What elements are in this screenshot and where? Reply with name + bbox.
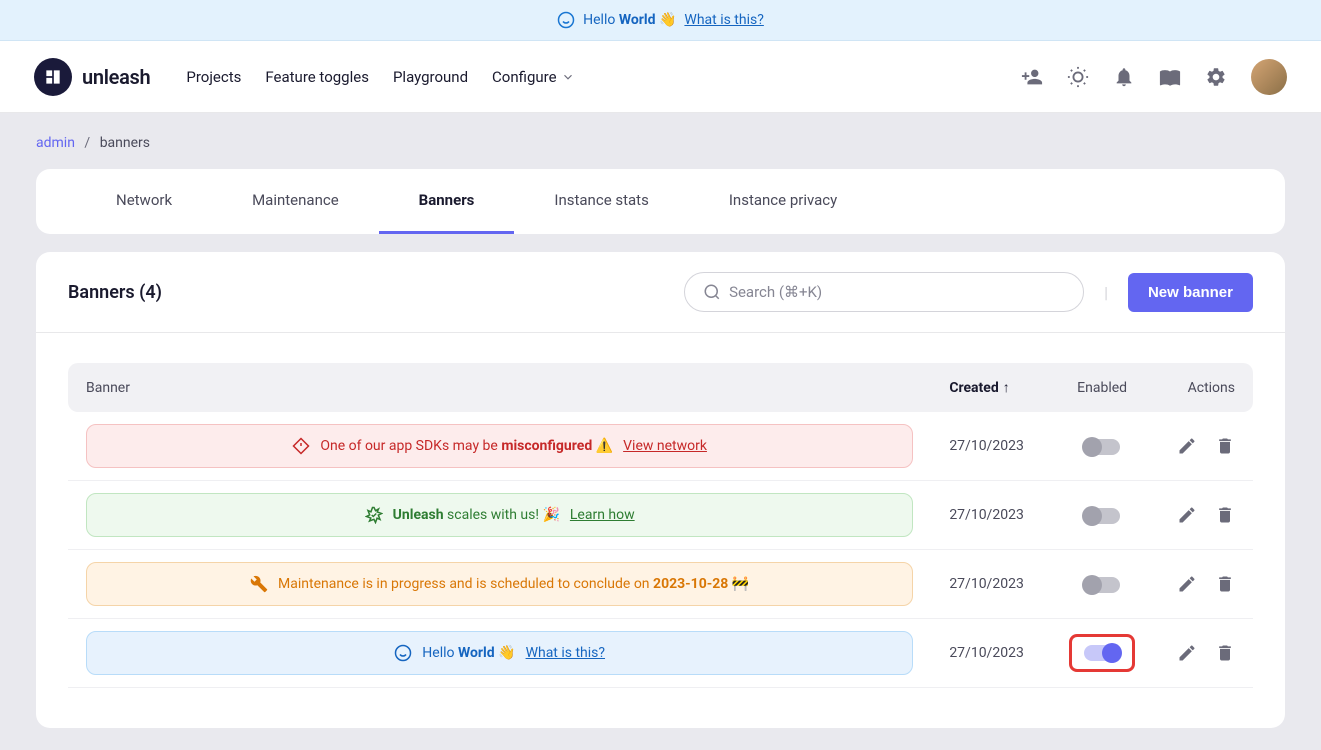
logo-mark [34,58,72,96]
content: admin / banners Network Maintenance Bann… [0,113,1321,750]
highlight-annotation [1069,634,1135,672]
delete-button[interactable] [1215,574,1235,594]
tab-banners[interactable]: Banners [379,169,515,234]
banner-preview-info: Hello World 👋 What is this? [86,631,913,675]
banner-link[interactable]: What is this? [526,645,605,661]
docs-icon[interactable] [1159,66,1181,88]
tab-instance-privacy[interactable]: Instance privacy [689,169,877,234]
logo[interactable]: unleash [34,58,150,96]
chevron-down-icon [561,70,575,84]
col-enabled[interactable]: Enabled [1051,363,1153,412]
banners-table: Banner Created↑ Enabled Actions [68,363,1253,688]
delete-button[interactable] [1215,505,1235,525]
breadcrumb: admin / banners [36,135,1285,151]
table-wrap: Banner Created↑ Enabled Actions [36,333,1285,728]
logo-text: unleash [82,65,150,89]
created-date: 27/10/2023 [931,550,1051,619]
new-banner-button[interactable]: New banner [1128,273,1253,312]
tabs-card: Network Maintenance Banners Instance sta… [36,169,1285,234]
wrench-icon [250,575,268,593]
top-banner-link[interactable]: What is this? [684,12,763,28]
banner-preview-success: Unleash scales with us! 🎉 Learn how [86,493,913,537]
banner-preview-error: One of our app SDKs may be misconfigured… [86,424,913,468]
col-created[interactable]: Created↑ [931,363,1051,412]
panel: Banners (4) Search (⌘+K) | New banner Ba… [36,252,1285,728]
edit-button[interactable] [1177,436,1197,456]
nav-configure[interactable]: Configure [492,68,575,86]
top-banner-text: Hello World 👋 [583,12,676,28]
theme-icon[interactable] [1067,66,1089,88]
search-placeholder: Search (⌘+K) [729,283,822,301]
sort-up-icon: ↑ [1003,380,1010,396]
col-banner[interactable]: Banner [68,363,931,412]
created-date: 27/10/2023 [931,619,1051,688]
table-row: Hello World 👋 What is this? 27/10/2023 [68,619,1253,688]
table-row: Maintenance is in progress and is schedu… [68,550,1253,619]
panel-header: Banners (4) Search (⌘+K) | New banner [36,252,1285,333]
search-icon [703,283,721,301]
breadcrumb-admin[interactable]: admin [36,135,75,151]
edit-button[interactable] [1177,574,1197,594]
header-icons [1021,59,1287,95]
alert-icon [292,437,310,455]
nav-feature-toggles[interactable]: Feature toggles [265,68,369,86]
created-date: 27/10/2023 [931,412,1051,481]
created-date: 27/10/2023 [931,481,1051,550]
tabs: Network Maintenance Banners Instance sta… [36,169,1285,234]
enabled-toggle[interactable] [1084,645,1120,661]
banner-preview-warning: Maintenance is in progress and is schedu… [86,562,913,606]
col-actions: Actions [1153,363,1253,412]
verified-icon [365,506,383,524]
header: unleash Projects Feature toggles Playgro… [0,41,1321,113]
edit-button[interactable] [1177,643,1197,663]
divider: | [1104,283,1108,302]
banner-link[interactable]: Learn how [570,507,635,523]
page-title: Banners (4) [68,282,162,303]
smile-icon [394,644,412,662]
enabled-toggle[interactable] [1084,508,1120,524]
avatar[interactable] [1251,59,1287,95]
enabled-toggle[interactable] [1084,577,1120,593]
delete-button[interactable] [1215,436,1235,456]
delete-button[interactable] [1215,643,1235,663]
table-row: One of our app SDKs may be misconfigured… [68,412,1253,481]
banner-link[interactable]: View network [623,438,707,454]
smile-icon [557,11,575,29]
breadcrumb-current: banners [100,135,150,151]
tab-maintenance[interactable]: Maintenance [212,169,379,234]
tab-instance-stats[interactable]: Instance stats [514,169,688,234]
tab-network[interactable]: Network [76,169,212,234]
enabled-toggle[interactable] [1084,439,1120,455]
edit-button[interactable] [1177,505,1197,525]
top-banner: Hello World 👋 What is this? [0,0,1321,41]
nav-playground[interactable]: Playground [393,68,468,86]
table-row: Unleash scales with us! 🎉 Learn how 27/1… [68,481,1253,550]
nav-projects[interactable]: Projects [186,68,241,86]
nav: Projects Feature toggles Playground Conf… [186,68,1021,86]
search-input[interactable]: Search (⌘+K) [684,272,1084,312]
notifications-icon[interactable] [1113,66,1135,88]
settings-icon[interactable] [1205,66,1227,88]
add-user-icon[interactable] [1021,66,1043,88]
